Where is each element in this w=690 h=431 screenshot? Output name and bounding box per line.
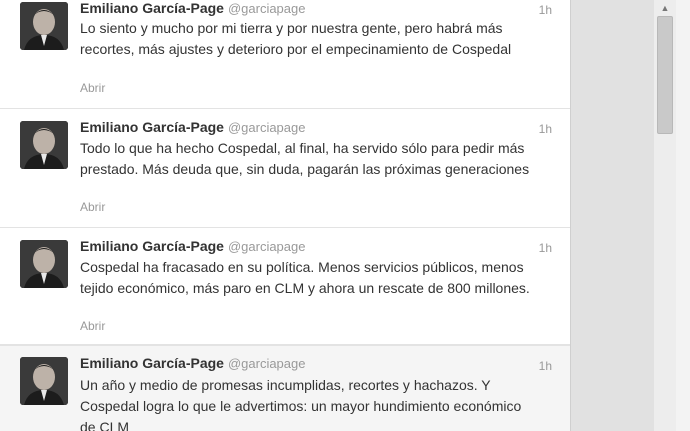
tweet-timeline[interactable]: Emiliano García-Page @garciapage 1h Lo si… xyxy=(0,0,570,431)
avatar[interactable] xyxy=(20,121,68,169)
open-tweet-link[interactable]: Abrir xyxy=(80,200,105,214)
tweet-timestamp[interactable]: 1h xyxy=(539,359,552,373)
author-display-name[interactable]: Emiliano García-Page xyxy=(80,238,224,254)
avatar[interactable] xyxy=(20,357,68,405)
author-handle[interactable]: @garciapage xyxy=(228,356,306,371)
avatar-photo-icon xyxy=(20,2,68,50)
avatar-photo-icon xyxy=(20,240,68,288)
tweet-item[interactable]: Emiliano García-Page @garciapage 1h Cospe… xyxy=(0,228,570,345)
author-name[interactable]: Emiliano García-Page @garciapage xyxy=(80,119,305,135)
author-name[interactable]: Emiliano García-Page @garciapage xyxy=(80,355,305,371)
tweet-timestamp[interactable]: 1h xyxy=(539,241,552,255)
author-name[interactable]: Emiliano García-Page @garciapage xyxy=(80,238,305,254)
avatar[interactable] xyxy=(20,240,68,288)
author-display-name[interactable]: Emiliano García-Page xyxy=(80,119,224,135)
author-handle[interactable]: @garciapage xyxy=(228,120,306,135)
tweet-item[interactable]: Emiliano García-Page @garciapage 1h Un añ… xyxy=(0,345,570,431)
author-display-name[interactable]: Emiliano García-Page xyxy=(80,0,224,16)
tweet-text: Un año y medio de promesas incumplidas, … xyxy=(80,377,522,431)
open-tweet-link[interactable]: Abrir xyxy=(80,319,105,333)
author-name[interactable]: Emiliano García-Page @garciapage xyxy=(80,0,305,16)
author-display-name[interactable]: Emiliano García-Page xyxy=(80,355,224,371)
window-edge xyxy=(676,0,690,431)
scroll-up-arrow-icon[interactable]: ▲ xyxy=(654,0,676,16)
scrollbar[interactable]: ▲ xyxy=(654,0,676,431)
scrollbar-thumb[interactable] xyxy=(657,16,673,134)
tweet-timestamp[interactable]: 1h xyxy=(539,3,552,17)
author-handle[interactable]: @garciapage xyxy=(228,239,306,254)
author-handle[interactable]: @garciapage xyxy=(228,1,306,16)
avatar[interactable] xyxy=(20,2,68,50)
tweet-item[interactable]: Emiliano García-Page @garciapage 1h Todo … xyxy=(0,109,570,228)
open-tweet-link[interactable]: Abrir xyxy=(80,81,105,95)
avatar-photo-icon xyxy=(20,121,68,169)
avatar-photo-icon xyxy=(20,357,68,405)
tweet-text: Cospedal ha fracasado en su política. Me… xyxy=(80,259,530,296)
tweet-text: Todo lo que ha hecho Cospedal, al final,… xyxy=(80,140,530,177)
tweet-item[interactable]: Emiliano García-Page @garciapage 1h Lo si… xyxy=(0,0,570,109)
tweet-timestamp[interactable]: 1h xyxy=(539,122,552,136)
tweet-text: Lo siento y mucho por mi tierra y por nu… xyxy=(80,20,512,57)
